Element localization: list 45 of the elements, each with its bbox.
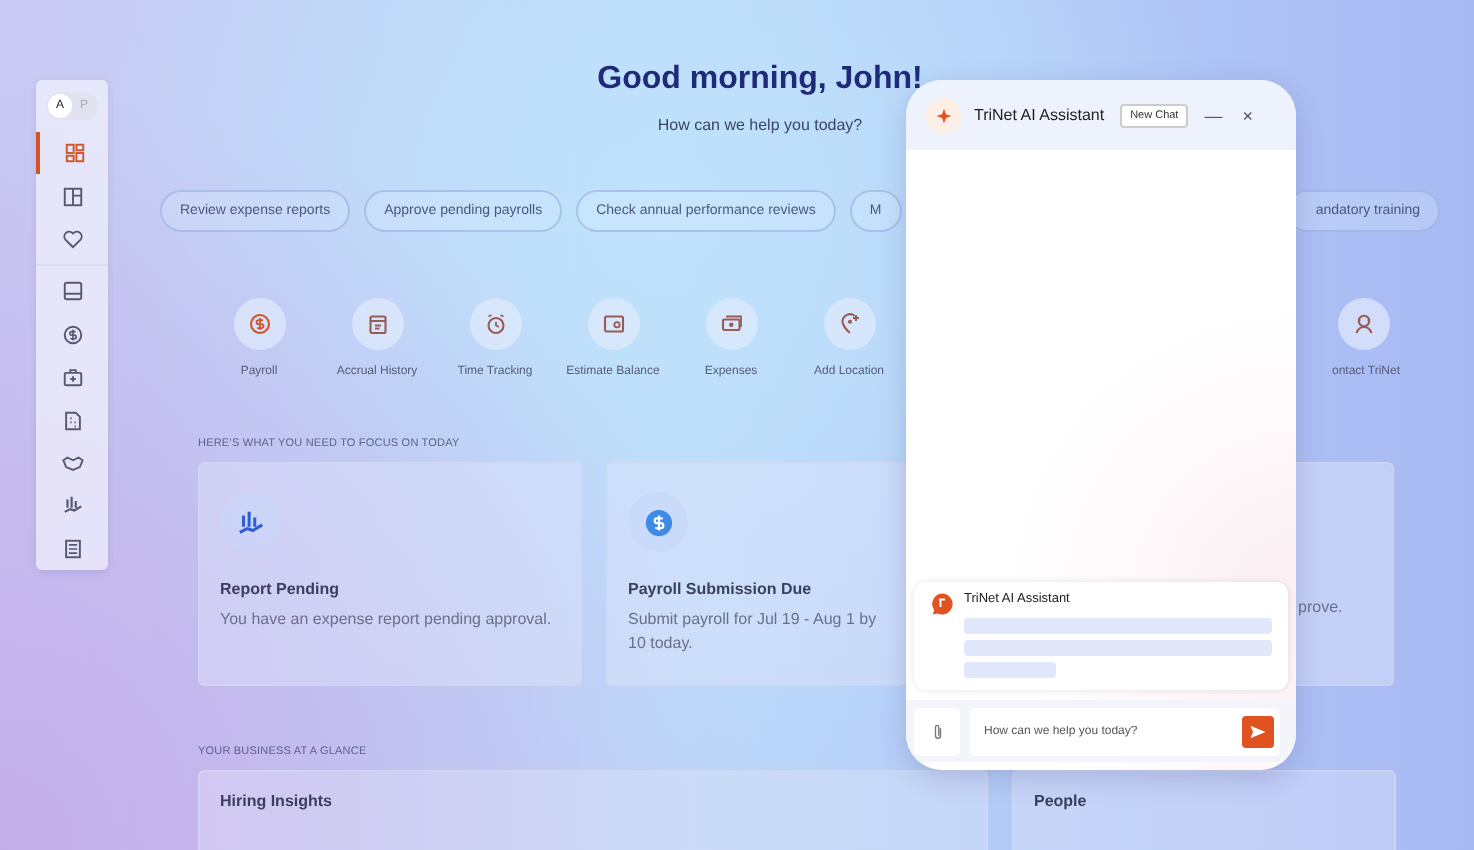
wallet-icon: [601, 312, 625, 336]
inbox-icon: [61, 280, 83, 303]
sparkle-icon: [926, 97, 962, 133]
dollar-icon: [247, 312, 271, 336]
quick-action-button[interactable]: [1337, 298, 1390, 350]
dollar-icon: [643, 507, 673, 537]
chat-bubble-icon: [930, 592, 954, 616]
alarm-clock-icon: [483, 312, 507, 336]
medical-kit-icon: [61, 366, 83, 389]
task-description: You have an expense report pending approval.: [220, 608, 554, 632]
close-button[interactable]: ×: [1238, 105, 1257, 125]
building-icon: [61, 409, 83, 432]
quick-action-button[interactable]: [705, 298, 757, 350]
send-button[interactable]: [1242, 716, 1274, 748]
quick-action-button[interactable]: [233, 298, 285, 350]
location-pin-icon: [837, 312, 861, 336]
task-title: Report Pending: [220, 580, 342, 598]
chart-icon: [61, 494, 83, 517]
task-description: Submit payroll for Jul 19 - Aug 1 by 10 today.: [628, 608, 879, 656]
grid-icon: [63, 142, 85, 165]
document-icon: [61, 537, 83, 560]
quick-action-button[interactable]: [587, 298, 639, 350]
chart-icon: [235, 507, 265, 537]
minimize-button[interactable]: —: [1200, 105, 1227, 125]
insight-card-title: People: [1012, 770, 1396, 850]
layout-icon: [61, 185, 83, 208]
dollar-icon: [61, 323, 83, 346]
heart-icon: [61, 228, 83, 251]
task-title: Payroll Submission Due: [628, 580, 814, 598]
attach-button[interactable]: [914, 708, 960, 756]
task-description: prove.: [1298, 596, 1343, 620]
send-icon: [1248, 722, 1268, 742]
cash-icon: [719, 312, 743, 336]
quick-action-button[interactable]: [469, 298, 521, 350]
task-card[interactable]: Payroll Submission Due Submit payroll for Jul 19 - Aug 1 by 10 today.: [606, 462, 906, 686]
calendar-icon: [365, 312, 389, 336]
task-card[interactable]: Report Pending You have an expense report pending approval.: [198, 462, 582, 686]
greeting-subtitle: How can we help you today?: [657, 116, 863, 134]
insight-card-title: Hiring Insights: [198, 770, 988, 850]
chat-title: TriNet AI Assistant: [974, 106, 1105, 124]
quick-action-button[interactable]: [351, 298, 403, 350]
task-card[interactable]: prove.: [1294, 462, 1394, 686]
quick-action-button[interactable]: [823, 298, 875, 350]
loading-placeholder: [964, 662, 1057, 678]
greeting-title: Good morning, John!: [597, 62, 923, 98]
